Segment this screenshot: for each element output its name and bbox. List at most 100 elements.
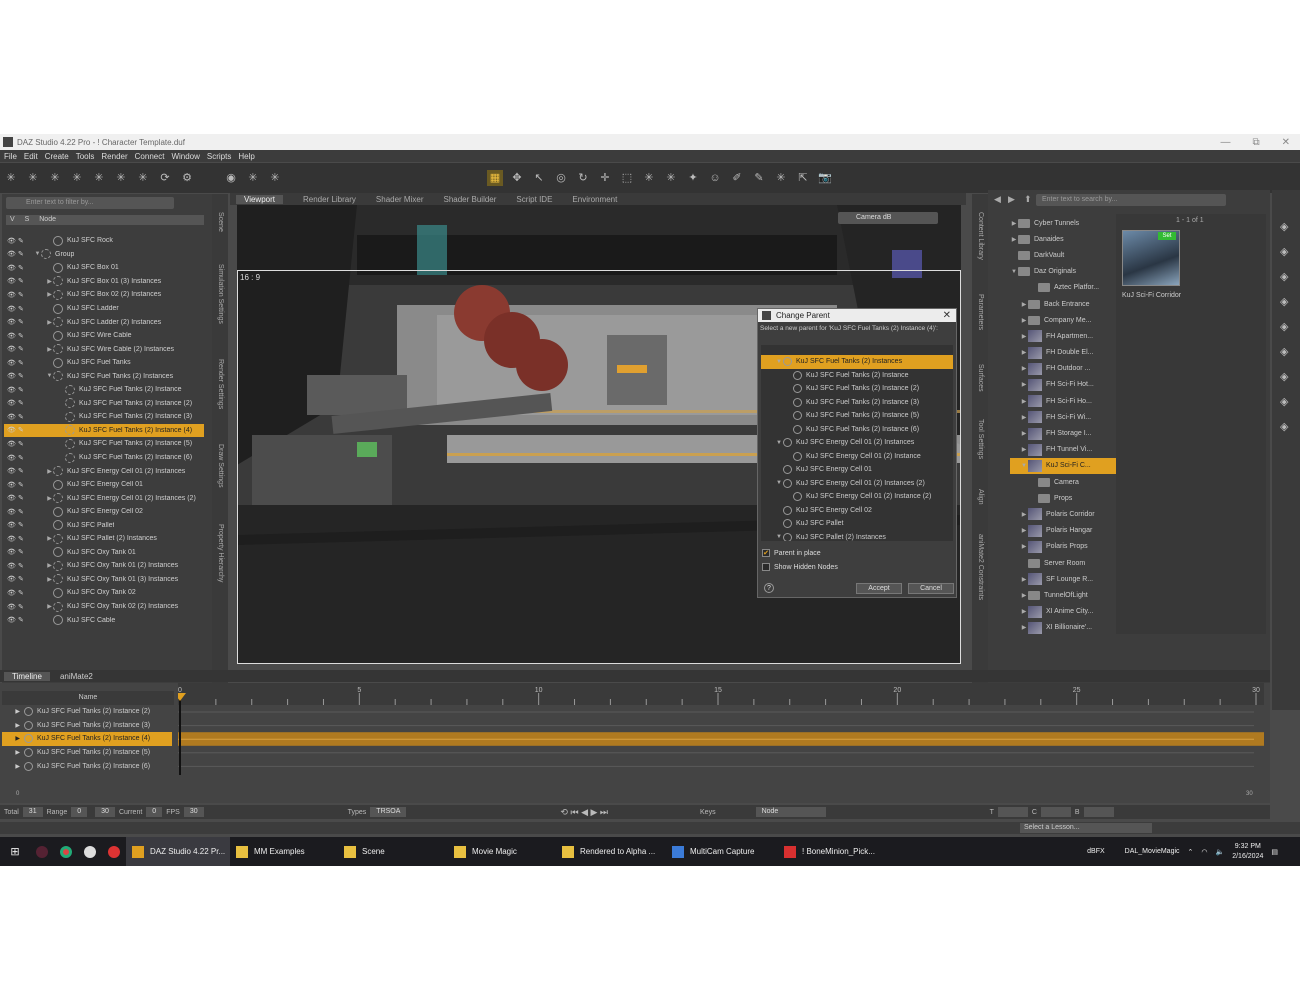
parent-option-row[interactable]: KuJ SFC Fuel Tanks (2) Instance [761,369,953,383]
people-icon[interactable]: ☺ [707,170,723,186]
tray-chevron-icon[interactable]: ⌃ [1188,848,1194,856]
expand-arrow-icon[interactable]: ▶ [1020,592,1028,599]
timeline-row[interactable]: ▶ KuJ SFC Fuel Tanks (2) Instance (4) [2,732,172,746]
scene-node-row[interactable]: 👁 ✎ ▼ KuJ SFC Fuel Tanks (2) Instances [4,369,204,383]
t-field[interactable] [997,807,1028,817]
camera-selector[interactable]: Camera dB [838,212,938,224]
selectable-icon[interactable]: ✎ [18,589,28,597]
up-arrow-icon[interactable]: ⬆ [1024,194,1032,205]
content-folder-row[interactable]: ▶ FH Apartmen... [1010,328,1128,344]
expand-arrow-icon[interactable]: ▶ [46,535,53,542]
visibility-eye-icon[interactable]: 👁 [7,332,16,340]
chrome-icon[interactable] [54,837,78,866]
expand-arrow-icon[interactable]: ▶ [1010,236,1018,243]
content-folder-row[interactable]: ▶ Cyber Tunnels [1010,215,1128,231]
lasso-icon[interactable]: ◈ [1280,320,1288,333]
content-search-input[interactable]: Enter text to search by... [1036,194,1226,206]
selectable-icon[interactable]: ✎ [18,305,28,313]
taskbar-movie-magic[interactable]: Movie Magic [448,837,556,866]
show-hidden-nodes-checkbox[interactable]: Show Hidden Nodes [762,563,838,571]
expand-arrow-icon[interactable]: ▶ [1020,608,1028,615]
edit-icon[interactable]: ✐ [729,170,745,186]
content-folder-row[interactable]: ▶ Danaides [1010,231,1128,247]
scene-node-row[interactable]: 👁 ✎ ▶ KuJ SFC Energy Cell 01 (2) Instances … [4,491,204,505]
windows-start-icon[interactable]: ⊞ [0,845,30,858]
selectable-icon[interactable]: ✎ [18,521,28,529]
globe-icon[interactable]: ◈ [1280,395,1288,408]
expand-arrow-icon[interactable]: ▶ [46,346,53,353]
joint-icon[interactable]: ✳ [47,170,63,186]
volume-icon[interactable]: 🔈 [1216,848,1225,856]
expand-arrow-icon[interactable]: ▶ [46,319,53,326]
tab-environment[interactable]: Environment [572,195,617,204]
forward-arrow-icon[interactable]: ▶ [1008,194,1015,205]
cursor-icon[interactable]: ⇱ [795,170,811,186]
expand-arrow-icon[interactable]: ▶ [2,763,24,770]
minimize-button[interactable]: — [1220,137,1230,148]
parent-in-place-checkbox[interactable]: ✔ Parent in place [762,549,821,557]
visibility-eye-icon[interactable]: 👁 [7,535,16,543]
menu-tools[interactable]: Tools [76,152,95,161]
side-tab-scene[interactable]: Scene [217,212,224,232]
timeline-ruler[interactable]: 0 5 10 15 20 25 30 [178,683,1264,799]
content-folder-row[interactable]: ▶ FH Double El... [1010,345,1128,361]
scene-node-row[interactable]: 👁 ✎ KuJ SFC Fuel Tanks (2) Instance [4,383,204,397]
recorder-icon[interactable] [102,837,126,866]
expand-arrow-icon[interactable]: ▶ [2,722,24,729]
content-folder-row[interactable]: DarkVault [1010,247,1128,263]
tab-animate2[interactable]: aniMate2 [60,672,93,681]
tab-timeline[interactable]: Timeline [4,671,50,681]
clock[interactable]: 9:32 PM 2/16/2024 [1232,842,1263,862]
expand-arrow-icon[interactable]: ▶ [1020,446,1028,453]
pose-icon[interactable]: ✳ [91,170,107,186]
visibility-eye-icon[interactable]: 👁 [7,291,16,299]
content-folder-row[interactable]: ▶ Polaris Props [1010,539,1128,555]
expand-arrow-icon[interactable]: ▶ [1020,333,1028,340]
scene-node-row[interactable]: 👁 ✎ KuJ SFC Box 01 [4,261,204,275]
expand-arrow-icon[interactable]: ▶ [1020,414,1028,421]
tab-shader-mixer[interactable]: Shader Mixer [376,195,424,204]
scene-node-row[interactable]: 👁 ✎ KuJ SFC Energy Cell 02 [4,505,204,519]
scene-node-row[interactable]: 👁 ✎ KuJ SFC Fuel Tanks (2) Instance (3) [4,410,204,424]
timeline-row[interactable]: ▶ KuJ SFC Fuel Tanks (2) Instance (6) [2,759,172,773]
scene-node-row[interactable]: 👁 ✎ KuJ SFC Fuel Tanks (2) Instance (4) [4,423,204,438]
visibility-eye-icon[interactable]: 👁 [7,372,16,380]
scene-filter-input[interactable]: Enter text to filter by... [6,197,174,209]
parent-option-row[interactable]: KuJ SFC Fuel Tanks (2) Instance (2) [761,382,953,396]
figure-tool-icon[interactable]: ◈ [1280,295,1288,308]
scene-node-row[interactable]: 👁 ✎ ▶ KuJ SFC Box 02 (2) Instances [4,288,204,302]
visibility-eye-icon[interactable]: 👁 [7,508,16,516]
range-start-field[interactable]: 0 [71,807,88,817]
scene-node-row[interactable]: 👁 ✎ KuJ SFC Fuel Tanks (2) Instance (6) [4,451,204,465]
scene-node-row[interactable]: 👁 ✎ KuJ SFC Fuel Tanks (2) Instance (2) [4,397,204,411]
expand-arrow-icon[interactable]: ▶ [46,291,53,298]
selectable-icon[interactable]: ✎ [18,426,28,434]
visibility-eye-icon[interactable]: 👁 [7,426,16,434]
selectable-icon[interactable]: ✎ [18,494,28,502]
content-folder-row[interactable]: ▶ FH Storage I... [1010,425,1128,441]
expand-arrow-icon[interactable]: ▼ [34,251,41,257]
side-tab-align[interactable]: Align [977,489,984,505]
parent-option-row[interactable]: KuJ SFC Energy Cell 01 (2) Instance [761,450,953,464]
content-folder-row[interactable]: ▼ Daz Originals [1010,264,1128,280]
selectable-icon[interactable]: ✎ [18,291,28,299]
content-folder-row[interactable]: Server Room [1010,555,1128,571]
selectable-icon[interactable]: ✎ [18,399,28,407]
help-icon[interactable]: ? [764,583,774,593]
expand-arrow-icon[interactable]: ▶ [1020,543,1028,550]
figure-icon[interactable]: ✳ [3,170,19,186]
wand-icon[interactable]: ✳ [113,170,129,186]
visibility-eye-icon[interactable]: 👁 [7,345,16,353]
expand-arrow-icon[interactable]: ▶ [46,278,53,285]
morph-icon[interactable]: ✳ [663,170,679,186]
scene-node-row[interactable]: 👁 ✎ ▶ KuJ SFC Oxy Tank 01 (2) Instances [4,559,204,573]
frame-icon[interactable]: ✳ [245,170,261,186]
scene-node-row[interactable]: 👁 ✎ ▶ KuJ SFC Box 01 (3) Instances [4,275,204,289]
notification-icon[interactable]: ▤ [1271,848,1278,856]
visibility-eye-icon[interactable]: 👁 [7,250,16,258]
parent-option-row[interactable]: KuJ SFC Energy Cell 01 [761,463,953,477]
node-icon[interactable]: ✳ [69,170,85,186]
selectable-icon[interactable]: ✎ [18,616,28,624]
tab-script-ide[interactable]: Script IDE [516,195,552,204]
content-folder-row[interactable]: ▶ FH Sci-Fi Wi... [1010,409,1128,425]
